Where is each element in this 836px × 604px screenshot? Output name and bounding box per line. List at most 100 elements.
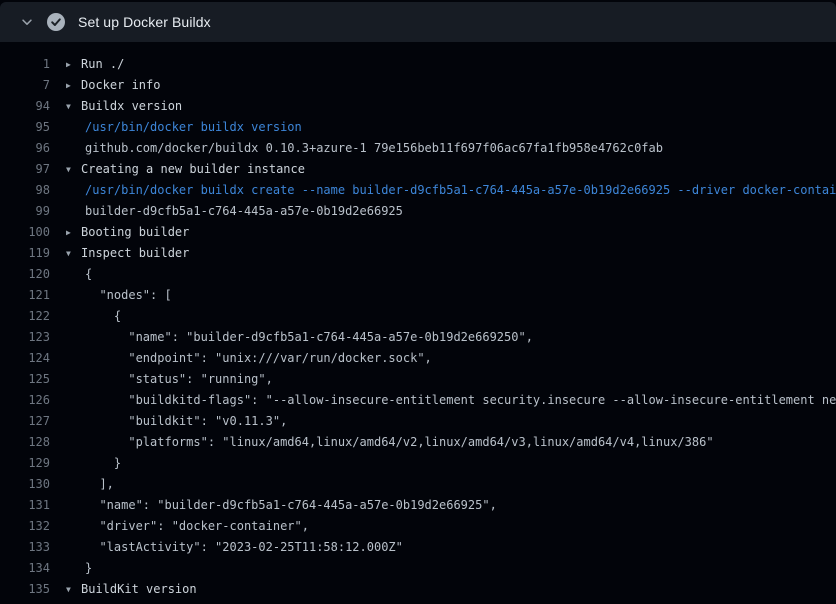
log-row: 99 builder-d9cfb5a1-c764-445a-a57e-0b19d2… bbox=[0, 201, 836, 222]
log-row: 127 "buildkit": "v0.11.3", bbox=[0, 411, 836, 432]
log-row: 122 { bbox=[0, 306, 836, 327]
log-row: 121 "nodes": [ bbox=[0, 285, 836, 306]
line-number[interactable]: 135 bbox=[0, 579, 50, 600]
log-group-row: 1 ▶Run ./ bbox=[0, 54, 836, 75]
log-row: 130 ], bbox=[0, 474, 836, 495]
line-number[interactable]: 122 bbox=[0, 306, 50, 327]
check-circle-icon bbox=[46, 12, 66, 32]
group-title: Docker info bbox=[81, 78, 160, 92]
output-text: builder-d9cfb5a1-c764-445a-a57e-0b19d2e6… bbox=[66, 600, 475, 604]
output-text: { bbox=[66, 264, 92, 285]
line-number[interactable]: 128 bbox=[0, 432, 50, 453]
output-text: github.com/docker/buildx 0.10.3+azure-1 … bbox=[66, 138, 663, 159]
output-text: "driver": "docker-container", bbox=[66, 516, 309, 537]
line-number[interactable]: 124 bbox=[0, 348, 50, 369]
disclosure-triangle-collapsed-icon[interactable]: ▶ bbox=[66, 75, 81, 96]
disclosure-triangle-expanded-icon[interactable]: ▼ bbox=[66, 159, 81, 180]
output-text: } bbox=[66, 558, 92, 579]
log-row: 123 "name": "builder-d9cfb5a1-c764-445a-… bbox=[0, 327, 836, 348]
line-number[interactable]: 123 bbox=[0, 327, 50, 348]
output-text: { bbox=[66, 306, 121, 327]
output-text: builder-d9cfb5a1-c764-445a-a57e-0b19d2e6… bbox=[66, 201, 403, 222]
disclosure-triangle-collapsed-icon[interactable]: ▶ bbox=[66, 222, 81, 243]
log-group-header[interactable]: ▶Docker info bbox=[66, 75, 160, 96]
disclosure-triangle-expanded-icon[interactable]: ▼ bbox=[66, 96, 81, 117]
disclosure-triangle-collapsed-icon[interactable]: ▶ bbox=[66, 54, 81, 75]
group-title: Booting builder bbox=[81, 225, 189, 239]
log-row: 134} bbox=[0, 558, 836, 579]
line-number[interactable]: 97 bbox=[0, 159, 50, 180]
line-number[interactable]: 100 bbox=[0, 222, 50, 243]
line-number[interactable]: 98 bbox=[0, 180, 50, 201]
group-title: Creating a new builder instance bbox=[81, 162, 305, 176]
log-row: 136 builder-d9cfb5a1-c764-445a-a57e-0b19d… bbox=[0, 600, 836, 604]
output-text: ], bbox=[66, 474, 114, 495]
line-number[interactable]: 136 bbox=[0, 600, 50, 604]
command-text: /usr/bin/docker buildx version bbox=[66, 117, 302, 138]
output-text: "status": "running", bbox=[66, 369, 273, 390]
line-number[interactable]: 126 bbox=[0, 390, 50, 411]
log-row: 129 } bbox=[0, 453, 836, 474]
log-group-row: 119 ▼Inspect builder bbox=[0, 243, 836, 264]
line-number[interactable]: 133 bbox=[0, 537, 50, 558]
line-number[interactable]: 95 bbox=[0, 117, 50, 138]
line-number[interactable]: 132 bbox=[0, 516, 50, 537]
group-title: BuildKit version bbox=[81, 582, 197, 596]
group-title: Inspect builder bbox=[81, 246, 189, 260]
log-group-header[interactable]: ▶Booting builder bbox=[66, 222, 189, 243]
log-group-header[interactable]: ▶Run ./ bbox=[66, 54, 124, 75]
line-number[interactable]: 129 bbox=[0, 453, 50, 474]
line-number[interactable]: 99 bbox=[0, 201, 50, 222]
step-header[interactable]: Set up Docker Buildx bbox=[0, 2, 836, 42]
log-row: 126 "buildkitd-flags": "--allow-insecure… bbox=[0, 390, 836, 411]
log-row: 98/usr/bin/docker buildx create --name b… bbox=[0, 180, 836, 201]
group-title: Run ./ bbox=[81, 57, 124, 71]
line-number[interactable]: 94 bbox=[0, 96, 50, 117]
log-group-row: 7 ▶Docker info bbox=[0, 75, 836, 96]
log-group-header[interactable]: ▼BuildKit version bbox=[66, 579, 197, 600]
log-row: 125 "status": "running", bbox=[0, 369, 836, 390]
log-group-row: 94 ▼Buildx version bbox=[0, 96, 836, 117]
log-group-row: 97 ▼Creating a new builder instance bbox=[0, 159, 836, 180]
output-text: "buildkit": "v0.11.3", bbox=[66, 411, 287, 432]
line-number[interactable]: 134 bbox=[0, 558, 50, 579]
line-number[interactable]: 96 bbox=[0, 138, 50, 159]
log-row: 124 "endpoint": "unix:///var/run/docker.… bbox=[0, 348, 836, 369]
log-group-header[interactable]: ▼Creating a new builder instance bbox=[66, 159, 305, 180]
line-number[interactable]: 120 bbox=[0, 264, 50, 285]
output-text: "name": "builder-d9cfb5a1-c764-445a-a57e… bbox=[66, 495, 497, 516]
output-text: } bbox=[66, 453, 121, 474]
actions-log-viewer: { "colors": { "background": "#02040a", "… bbox=[0, 2, 836, 604]
line-number[interactable]: 130 bbox=[0, 474, 50, 495]
line-number[interactable]: 127 bbox=[0, 411, 50, 432]
log-row: 132 "driver": "docker-container", bbox=[0, 516, 836, 537]
line-number[interactable]: 131 bbox=[0, 495, 50, 516]
output-text: "name": "builder-d9cfb5a1-c764-445a-a57e… bbox=[66, 327, 533, 348]
group-title: Buildx version bbox=[81, 99, 182, 113]
log-group-row: 100 ▶Booting builder bbox=[0, 222, 836, 243]
chevron-down-icon[interactable] bbox=[20, 15, 34, 29]
line-number[interactable]: 1 bbox=[0, 54, 50, 75]
output-text: "buildkitd-flags": "--allow-insecure-ent… bbox=[66, 390, 836, 411]
log-group-row: 135 ▼BuildKit version bbox=[0, 579, 836, 600]
log-row: 128 "platforms": "linux/amd64,linux/amd6… bbox=[0, 432, 836, 453]
disclosure-triangle-expanded-icon[interactable]: ▼ bbox=[66, 579, 81, 600]
output-text: "endpoint": "unix:///var/run/docker.sock… bbox=[66, 348, 432, 369]
output-text: "lastActivity": "2023-02-25T11:58:12.000… bbox=[66, 537, 403, 558]
output-text: "nodes": [ bbox=[66, 285, 172, 306]
log-lines: 1▶Run ./7▶Docker info94▼Buildx version95… bbox=[0, 42, 836, 604]
log-row: 120 { bbox=[0, 264, 836, 285]
output-text: "platforms": "linux/amd64,linux/amd64/v2… bbox=[66, 432, 714, 453]
line-number[interactable]: 119 bbox=[0, 243, 50, 264]
line-number[interactable]: 121 bbox=[0, 285, 50, 306]
line-number[interactable]: 125 bbox=[0, 369, 50, 390]
step-title: Set up Docker Buildx bbox=[78, 14, 211, 30]
log-row: 131 "name": "builder-d9cfb5a1-c764-445a-… bbox=[0, 495, 836, 516]
log-group-header[interactable]: ▼Buildx version bbox=[66, 96, 182, 117]
command-text: /usr/bin/docker buildx create --name bui… bbox=[66, 180, 836, 201]
line-number[interactable]: 7 bbox=[0, 75, 50, 96]
log-row: 95/usr/bin/docker buildx version bbox=[0, 117, 836, 138]
log-row: 96 github.com/docker/buildx 0.10.3+azure-… bbox=[0, 138, 836, 159]
log-group-header[interactable]: ▼Inspect builder bbox=[66, 243, 189, 264]
disclosure-triangle-expanded-icon[interactable]: ▼ bbox=[66, 243, 81, 264]
